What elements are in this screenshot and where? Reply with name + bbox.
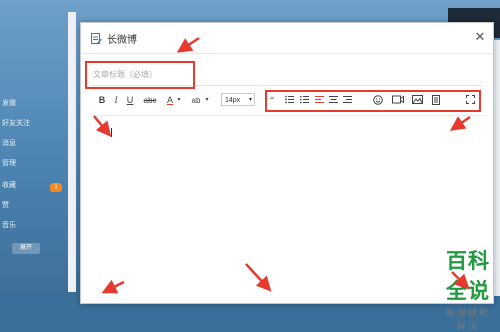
watermark-subtitle: 助你轻松解决 (445, 308, 490, 331)
highlight-button[interactable]: ab (189, 93, 203, 108)
sidebar-item[interactable]: 音乐 (0, 218, 16, 234)
edit-document-icon (91, 32, 102, 45)
align-right-icon[interactable] (342, 93, 352, 108)
sidebar-item[interactable]: 发微 (0, 96, 16, 112)
editor-toolbar: B I U abc A ▾ ab ▾ 14px ▾ “ (97, 93, 487, 109)
article-title-input[interactable] (91, 63, 483, 86)
sidebar-item[interactable]: 好友关注 (0, 116, 30, 132)
text-caret (111, 128, 112, 137)
expand-button[interactable]: 展开 (12, 243, 40, 254)
sidebar-item[interactable]: 赞 (0, 198, 9, 214)
unordered-list-icon[interactable] (284, 93, 294, 108)
strikethrough-button[interactable]: abc (141, 93, 159, 108)
background-sidebar: 发微 好友关注 消息 管理 收藏 赞 音乐 1 展开 (0, 0, 72, 296)
image-icon[interactable] (411, 93, 423, 108)
svg-text:“: “ (270, 95, 274, 103)
italic-button[interactable]: I (111, 93, 121, 108)
chevron-down-icon[interactable]: ▾ (176, 93, 182, 108)
align-left-icon[interactable] (314, 93, 324, 108)
sidebar-item[interactable]: 收藏 (0, 178, 16, 194)
notification-badge: 1 (50, 183, 62, 192)
font-size-select[interactable]: 14px ▾ (221, 93, 255, 106)
watermark: 百科全说 助你轻松解决 (443, 245, 493, 332)
sidebar-item[interactable]: 管理 (0, 156, 16, 172)
background-card (68, 12, 76, 292)
underline-button[interactable]: U (125, 93, 135, 108)
editor-body[interactable] (91, 115, 487, 306)
dialog-title: 长微博 (107, 35, 137, 46)
emoji-icon[interactable] (372, 93, 384, 108)
quote-icon[interactable]: “ (269, 93, 279, 108)
align-center-icon[interactable] (328, 93, 338, 108)
bold-button[interactable]: B (97, 93, 107, 108)
sidebar-item[interactable]: 消息 (0, 136, 16, 152)
fullscreen-icon[interactable] (465, 93, 475, 108)
close-icon[interactable]: ✕ (473, 30, 487, 44)
ordered-list-icon[interactable] (299, 93, 309, 108)
watermark-title: 百科全说 (446, 250, 490, 303)
font-color-button[interactable]: A (165, 93, 175, 108)
long-post-dialog: 长微博 ✕ B I U abc A ▾ ab ▾ 14px ▾ “ (80, 22, 494, 331)
chevron-down-icon: ▾ (248, 97, 252, 103)
dialog-titlebar: 长微博 ✕ (81, 23, 493, 54)
video-icon[interactable] (391, 93, 404, 108)
document-icon[interactable] (431, 93, 441, 108)
font-size-value: 14px (225, 97, 241, 104)
chevron-down-icon[interactable]: ▾ (204, 93, 210, 108)
